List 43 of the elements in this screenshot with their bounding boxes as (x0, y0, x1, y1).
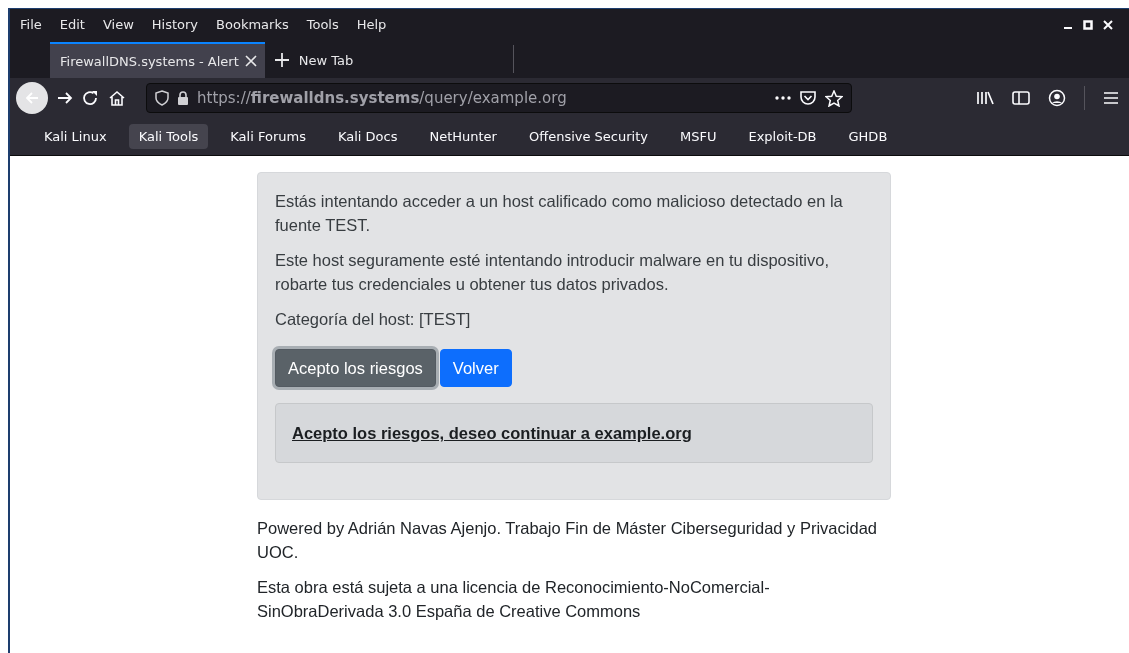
home-icon[interactable] (108, 90, 126, 106)
bookmark-item[interactable]: GHDB (838, 124, 898, 149)
address-bar[interactable]: https://firewalldns.systems/query/example.org (146, 83, 852, 113)
accept-button[interactable]: Acepto los riesgos (275, 349, 436, 387)
sidebar-icon[interactable] (1012, 90, 1030, 106)
bookmark-item[interactable]: Exploit-DB (738, 124, 827, 149)
close-icon[interactable] (244, 55, 257, 67)
back-button[interactable] (16, 82, 48, 114)
menu-item[interactable]: View (102, 15, 134, 34)
alert-text: Categoría del host: [TEST] (275, 309, 472, 330)
more-icon[interactable] (775, 96, 791, 100)
shield-icon[interactable] (155, 90, 169, 106)
bookmark-item[interactable]: Kali Forums (220, 124, 316, 149)
menu-item[interactable]: Help (356, 15, 387, 34)
alert-text: Este host seguramente esté intentando introducir malware en tu dispositivo, robarte tus credenciales u obtener tus datos privados. (275, 250, 830, 295)
star-icon[interactable] (825, 89, 843, 107)
menu-item[interactable]: History (151, 15, 199, 34)
bookmark-item[interactable]: Kali Linux (34, 124, 117, 149)
bookmark-item[interactable]: Offensive Security (518, 124, 658, 149)
alert-text: Estás intentando acceder a un host calificado como malicioso detectado en la fuente TEST. (275, 191, 844, 236)
menu-item[interactable]: File (20, 15, 42, 34)
account-icon[interactable] (1048, 89, 1066, 107)
back-button[interactable]: Volver (439, 349, 512, 387)
browser-tab[interactable]: FirewallDNS.systems - Alert (50, 42, 265, 78)
footer-text: Powered by Adrián Navas Ajenjo. Trabajo Fin de Máster Ciberseguridad y Privacidad UOC. (257, 518, 878, 563)
maximize-icon[interactable] (1083, 19, 1093, 30)
forward-icon[interactable] (56, 90, 74, 106)
bookmark-item[interactable]: Kali Docs (327, 124, 408, 149)
lock-icon[interactable] (177, 90, 189, 106)
menu-item[interactable]: Tools (306, 15, 339, 34)
pocket-icon[interactable] (799, 90, 817, 106)
bookmark-item[interactable]: Kali Tools (128, 124, 209, 149)
bookmark-item[interactable]: MSFU (670, 124, 727, 149)
menu-icon[interactable] (1103, 91, 1119, 105)
bookmark-item[interactable]: NetHunter (419, 124, 507, 149)
new-tab-button[interactable]: New Tab (264, 42, 364, 78)
footer-text: Esta obra está sujeta a una licencia de Reconocimiento-NoComercial-SinObraDerivada 3.0 España de Creative Commons (257, 577, 771, 622)
menu-item[interactable]: Edit (59, 15, 85, 34)
library-icon[interactable] (976, 90, 994, 106)
plus-icon[interactable] (274, 53, 289, 67)
menu-item[interactable]: Bookmarks (216, 15, 289, 34)
reload-icon[interactable] (82, 90, 100, 106)
continue-link[interactable]: Acepto los riesgos, deseo continuar a example.org (292, 424, 692, 442)
